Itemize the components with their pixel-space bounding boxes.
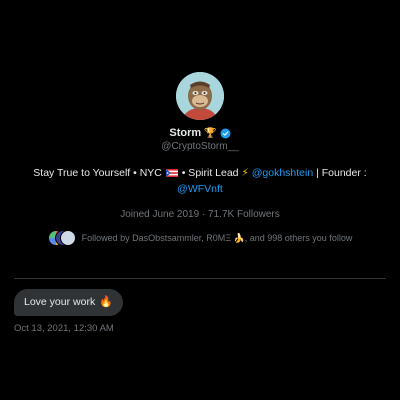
bio-text-2: • Spirit Lead <box>181 167 239 179</box>
message-timestamp: Oct 13, 2021, 12:30 AM <box>14 323 114 334</box>
bio-text-3: | Founder : <box>313 167 367 179</box>
verified-badge-icon <box>220 128 231 138</box>
mention-link-gokhshtein[interactable]: @gokhshtein <box>252 167 313 179</box>
ape-avatar-icon <box>176 72 224 120</box>
display-name[interactable]: Storm <box>169 127 201 139</box>
bio-text-1: Stay True to Yourself • NYC <box>33 167 162 179</box>
handle: @CryptoStorm__ <box>161 141 239 152</box>
message-text: Love your work <box>24 296 96 308</box>
name-row: Storm 🏆 <box>169 126 231 140</box>
follower-avatar-icon <box>59 230 76 246</box>
puerto-rico-flag-icon <box>165 169 178 177</box>
message-bubble[interactable]: Love your work 🔥 <box>14 289 123 316</box>
mention-link-wfvnft[interactable]: @WFVnft <box>177 183 223 195</box>
followed-by-text: Followed by DasObstsammler, R0MΞ 🍌, and … <box>81 232 353 243</box>
trophy-icon: 🏆 <box>204 127 217 139</box>
followed-by-row[interactable]: Followed by DasObstsammler, R0MΞ 🍌, and … <box>47 230 353 246</box>
avatar[interactable] <box>176 72 224 120</box>
follower-avatars <box>47 230 76 246</box>
profile-stats: Joined June 2019 · 71.7K Followers <box>120 209 280 220</box>
fire-emoji-icon: 🔥 <box>99 296 113 308</box>
profile-header: Storm 🏆 @CryptoStorm__ Stay True to Your… <box>0 72 400 246</box>
bio: Stay True to Yourself • NYC • Spirit Lea… <box>20 165 380 197</box>
lightning-icon: ⚡ <box>241 167 249 179</box>
divider <box>14 278 386 279</box>
